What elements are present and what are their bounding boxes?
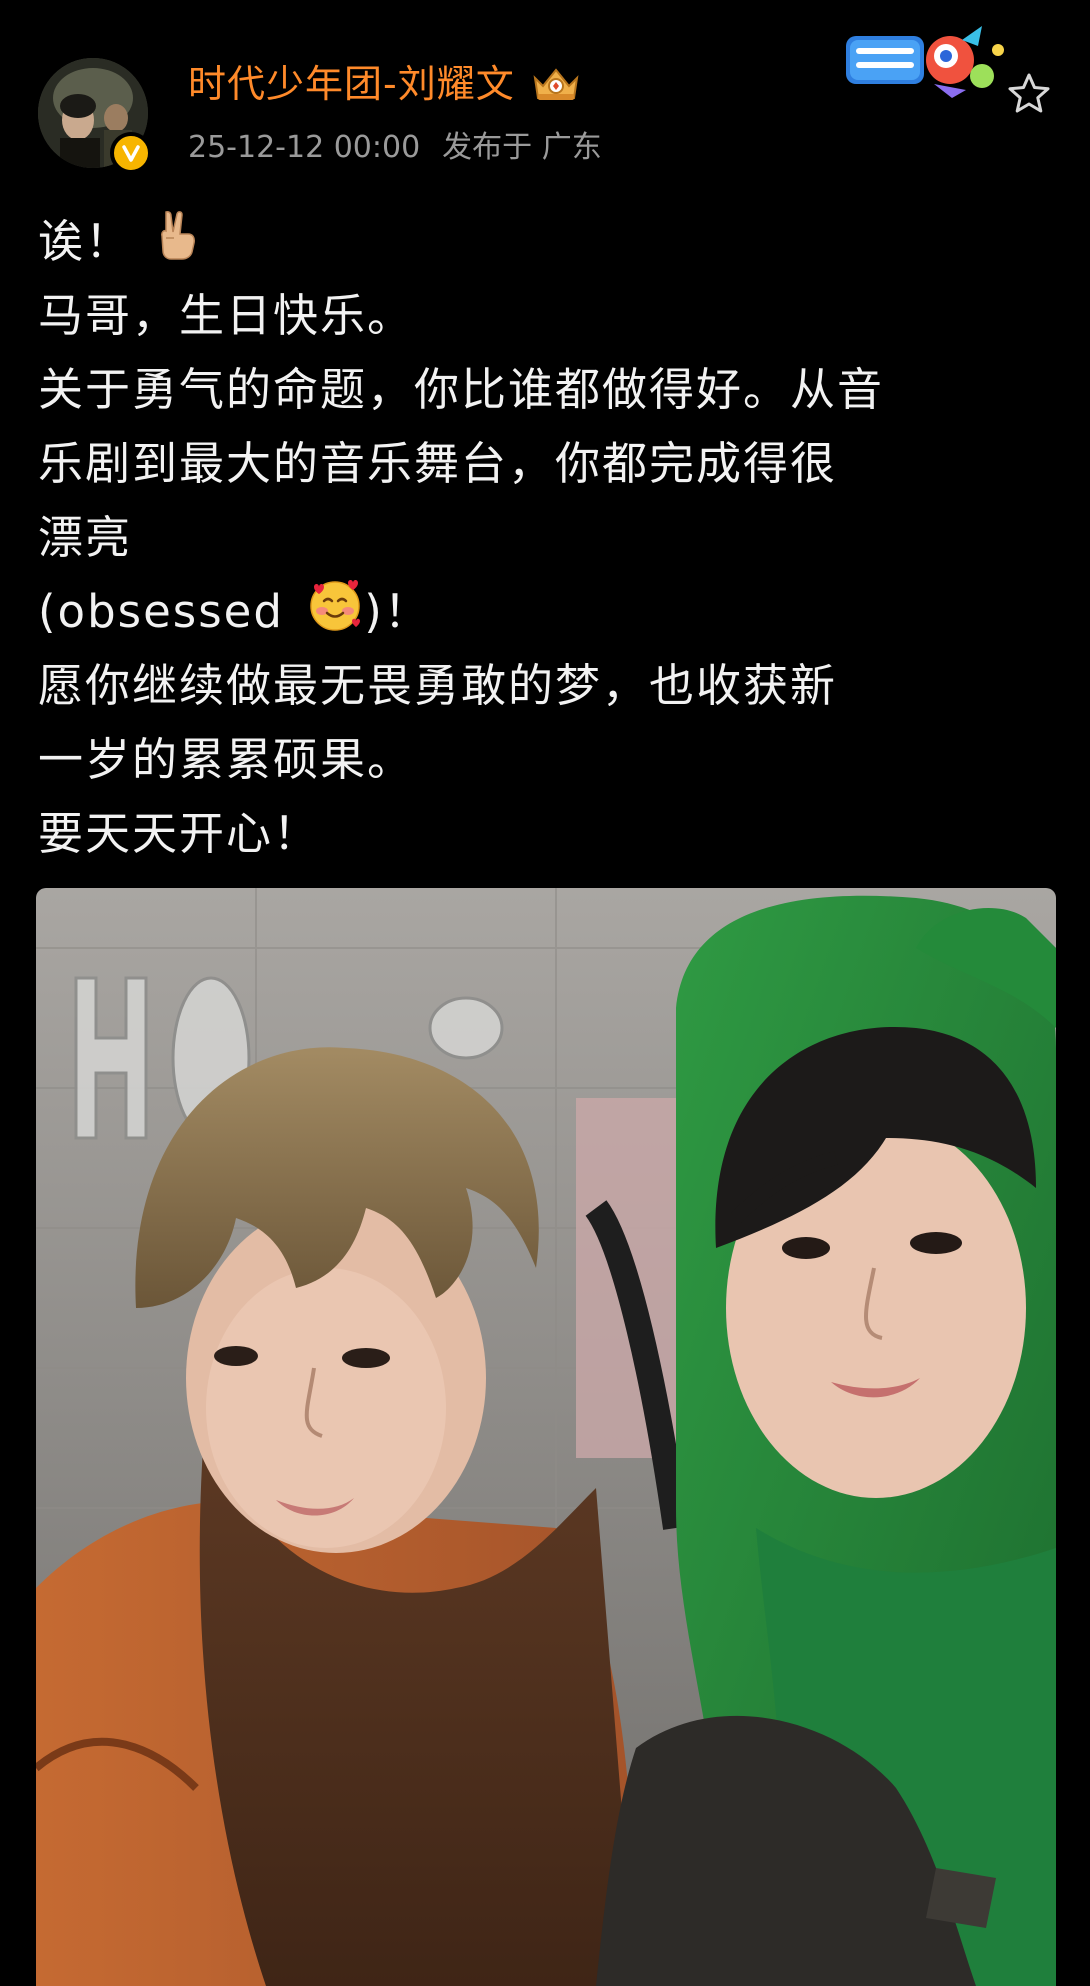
post-line-2: 马哥，生日快乐。 <box>38 289 415 342</box>
national-day-badge-icon[interactable] <box>842 20 1010 102</box>
smiling-face-with-hearts-emoji <box>306 575 364 655</box>
post-header: 时代少年团-刘耀文 25-12-12 00:00 发布于 广东 <box>0 0 1090 190</box>
post-line-5: 漂亮 <box>38 511 133 564</box>
post-photo[interactable] <box>36 888 1056 1986</box>
post-location: 发布于 广东 <box>442 130 602 165</box>
post-meta: 25-12-12 00:00 发布于 广东 <box>188 128 602 168</box>
post-text: 诶！ 马哥，生日快乐。 关于勇气的命题，你比谁都做得好。从音 乐剧到最大的音乐舞… <box>38 205 1058 871</box>
post-line-3: 关于勇气的命题，你比谁都做得好。从音 <box>38 363 885 416</box>
post-line-6-text-a: (obsessed <box>38 585 301 638</box>
victory-hand-emoji <box>154 208 198 282</box>
author-name[interactable]: 时代少年团-刘耀文 <box>188 60 515 108</box>
post-line-1: 诶！ <box>38 205 1058 279</box>
post-line-9: 要天天开心！ <box>38 807 321 860</box>
star-outline-icon[interactable] <box>1005 70 1053 118</box>
post-line-8: 一岁的累累硕果。 <box>38 733 415 786</box>
author-name-row: 时代少年团-刘耀文 <box>188 60 583 108</box>
post-line-6-text-b: )！ <box>364 585 431 638</box>
author-avatar[interactable] <box>38 58 152 174</box>
post-line-4: 乐剧到最大的音乐舞台，你都完成得很 <box>38 437 838 490</box>
verified-v-icon <box>110 132 152 174</box>
post-timestamp: 25-12-12 00:00 <box>188 130 421 165</box>
post-line-1-text: 诶！ <box>38 215 133 268</box>
member-crown-icon[interactable] <box>529 64 583 104</box>
post-line-7: 愿你继续做最无畏勇敢的梦，也收获新 <box>38 659 838 712</box>
post-line-6: (obsessed )！ <box>38 575 1058 649</box>
